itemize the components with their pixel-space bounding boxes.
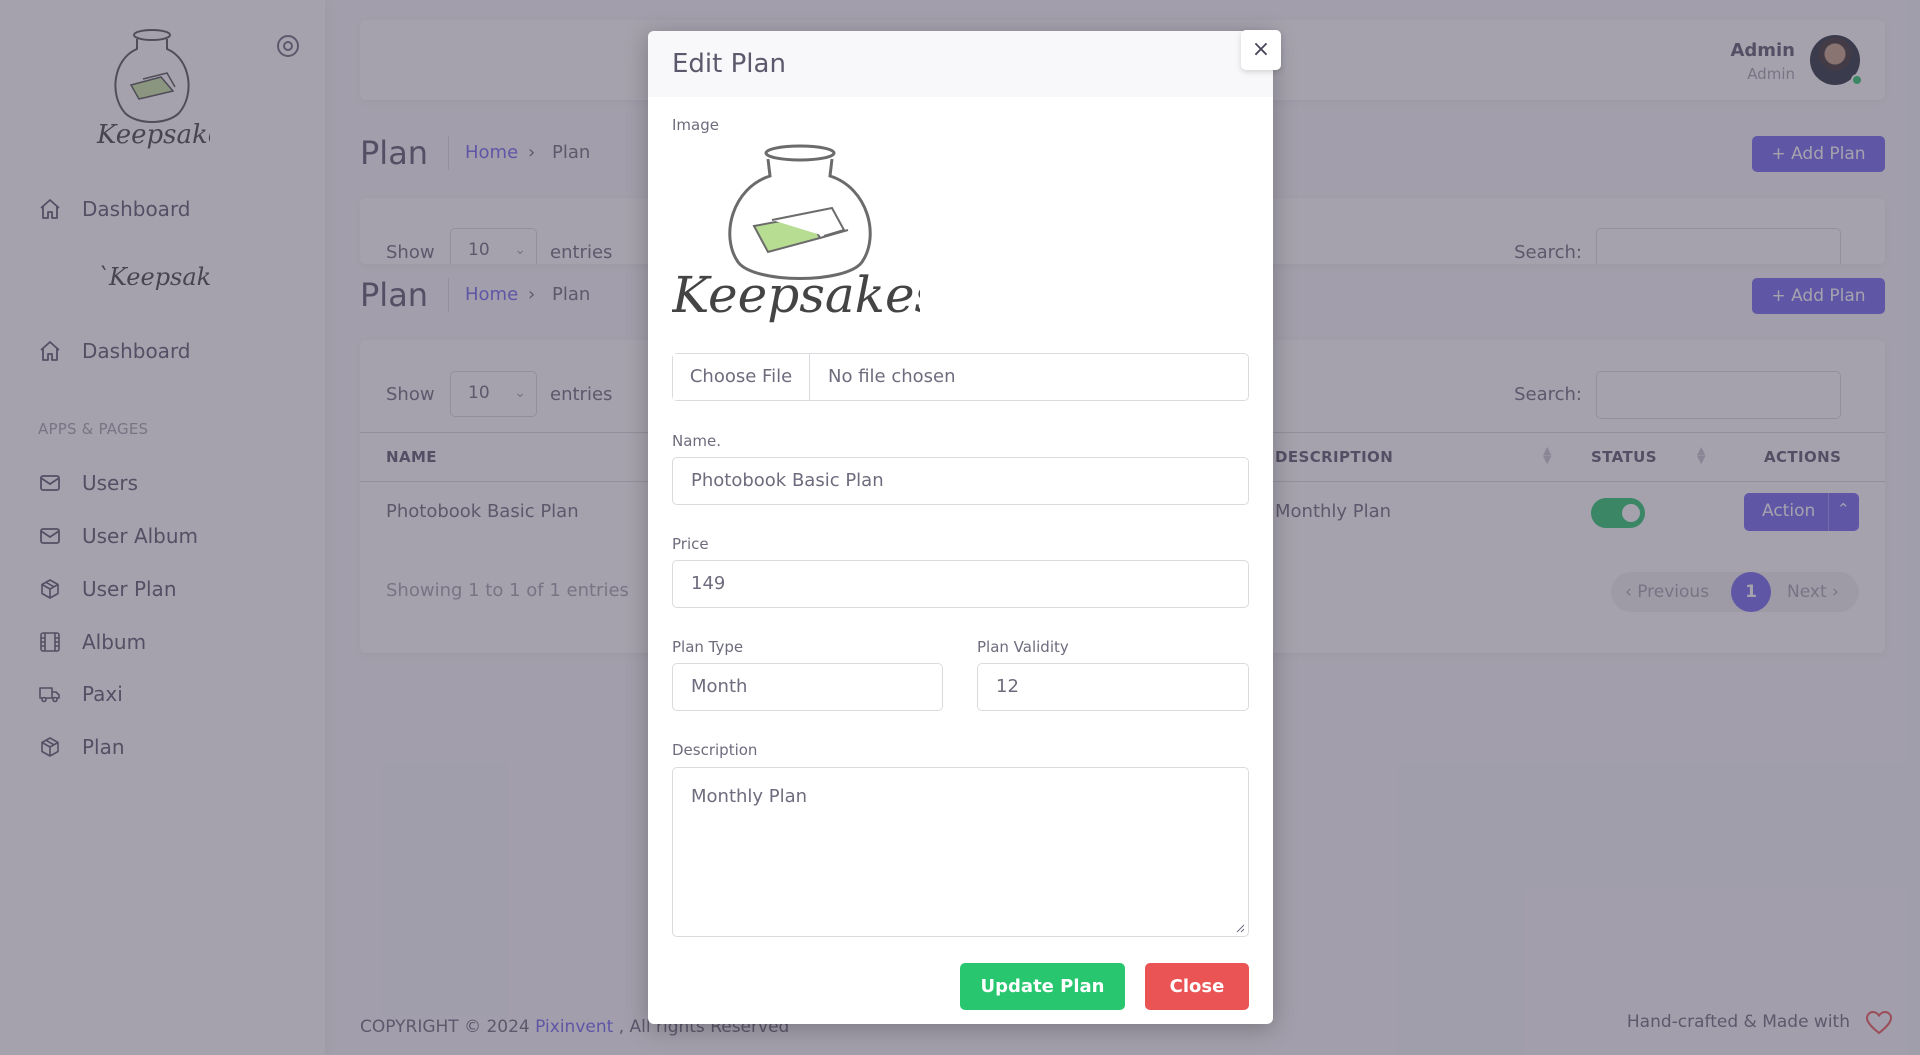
name-label: Name. [672,432,722,450]
price-input[interactable]: 149 [672,560,1249,608]
update-plan-button[interactable]: Update Plan [960,963,1125,1010]
name-input[interactable]: Photobook Basic Plan [672,457,1249,505]
plan-image-preview: Keepsakes [672,144,920,324]
plan-type-input[interactable]: Month [672,663,943,711]
price-label: Price [672,535,709,553]
plan-type-label: Plan Type [672,638,744,656]
file-status: No file chosen [828,366,956,387]
modal-header: Edit Plan [648,31,1273,97]
description-label: Description [672,741,758,759]
close-icon[interactable]: × [1241,30,1281,70]
description-value: Monthly Plan [691,786,808,807]
description-textarea[interactable]: Monthly Plan [672,767,1249,937]
plan-validity-input[interactable]: 12 [977,663,1249,711]
close-button[interactable]: Close [1145,963,1249,1010]
plan-validity-label: Plan Validity [977,638,1069,656]
image-label: Image [672,116,719,134]
svg-text:Keepsakes: Keepsakes [672,266,920,324]
modal-title: Edit Plan [672,49,786,79]
choose-file-button[interactable]: Choose File [673,354,810,400]
file-input[interactable]: Choose File No file chosen [672,353,1249,401]
resize-handle-icon[interactable] [1235,923,1245,933]
edit-plan-modal: Edit Plan × Image Keepsakes Choose File … [648,30,1281,1024]
